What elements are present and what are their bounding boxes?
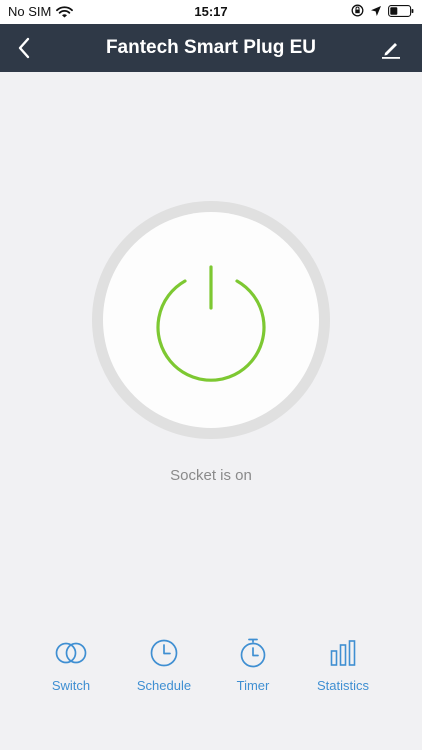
switch-icon [55, 642, 87, 664]
navigation-bar: Fantech Smart Plug EU [0, 24, 422, 72]
page-title: Fantech Smart Plug EU [105, 37, 317, 58]
tab-statistics-label: Statistics [316, 678, 369, 693]
power-icon [156, 265, 266, 382]
battery-icon [388, 4, 414, 17]
tab-schedule-label: Schedule [136, 678, 192, 693]
edit-button[interactable] [380, 38, 402, 60]
tab-timer-label: Timer [236, 678, 270, 693]
tab-timer[interactable]: Timer [208, 636, 298, 700]
tab-switch-label: Switch [51, 678, 91, 693]
bar-chart-icon [330, 640, 356, 666]
power-toggle-button[interactable] [103, 212, 319, 428]
status-bar: No SIM 15:17 [0, 0, 422, 24]
timer-icon [240, 638, 266, 668]
location-icon [371, 5, 381, 16]
bottom-tab-bar: Switch Schedule Timer Statistics [0, 636, 422, 706]
clock-icon [150, 639, 178, 667]
orientation-lock-icon [351, 4, 364, 17]
pencil-icon [382, 43, 400, 59]
socket-state-text: Socket is on [170, 467, 252, 484]
tab-switch[interactable]: Switch [26, 636, 116, 700]
tab-schedule[interactable]: Schedule [119, 636, 209, 700]
status-indicators [351, 4, 414, 17]
tab-statistics[interactable]: Statistics [298, 636, 388, 700]
